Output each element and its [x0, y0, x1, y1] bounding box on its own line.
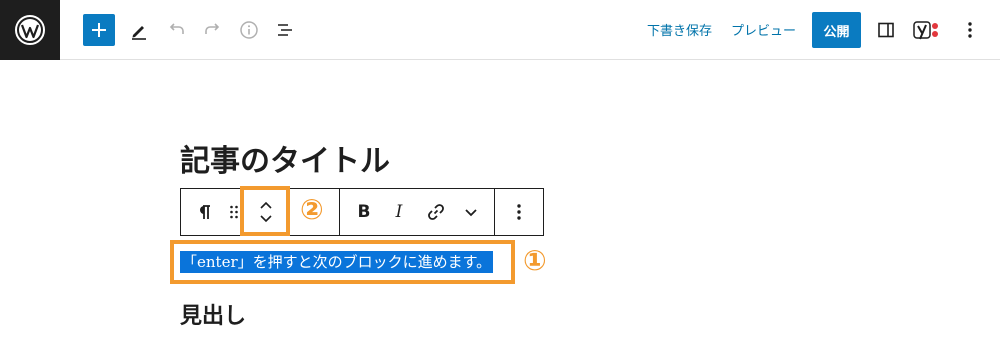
- annotation-box-paragraph: [170, 240, 515, 284]
- link-icon: [428, 204, 444, 220]
- wordpress-logo-icon: [15, 15, 45, 45]
- post-title[interactable]: 記事のタイトル: [180, 136, 390, 180]
- list-view-button[interactable]: [269, 14, 301, 46]
- bold-button[interactable]: B: [351, 189, 377, 235]
- drag-handle-icon: [230, 205, 238, 219]
- toolbar-divider: [339, 189, 340, 235]
- tools-button[interactable]: [123, 14, 155, 46]
- redo-icon: [205, 23, 220, 34]
- preview-button[interactable]: プレビュー: [731, 20, 796, 39]
- sidebar-toggle-icon: [878, 22, 894, 38]
- publish-button[interactable]: 公開: [812, 12, 861, 48]
- more-rich-text-button[interactable]: [459, 189, 483, 235]
- heading-block[interactable]: 見出し: [180, 298, 246, 330]
- add-block-button[interactable]: [83, 14, 115, 46]
- chevron-down-icon: [465, 209, 477, 217]
- pilcrow-icon: [200, 205, 210, 219]
- drag-handle[interactable]: [227, 189, 241, 235]
- annotation-number-1: ①: [523, 244, 547, 277]
- yoast-seo-button[interactable]: [910, 14, 942, 46]
- block-toolbar: B I: [180, 188, 544, 236]
- block-options-button[interactable]: [495, 189, 543, 235]
- plus-icon: [92, 23, 106, 37]
- more-vertical-icon: [968, 22, 972, 38]
- annotation-box-mover: [240, 186, 290, 236]
- list-view-icon: [278, 24, 292, 36]
- redo-button[interactable]: [196, 14, 228, 46]
- block-type-button[interactable]: [181, 189, 227, 235]
- link-button[interactable]: [423, 189, 449, 235]
- undo-icon: [169, 23, 184, 34]
- yoast-icon: [913, 21, 938, 40]
- wordpress-logo-button[interactable]: [0, 0, 60, 60]
- save-draft-button[interactable]: 下書き保存: [647, 20, 712, 39]
- details-button[interactable]: [233, 14, 265, 46]
- settings-sidebar-button[interactable]: [870, 14, 902, 46]
- pencil-icon: [132, 26, 146, 40]
- annotation-number-2: ②: [300, 193, 324, 226]
- more-vertical-icon: [517, 204, 521, 220]
- options-menu-button[interactable]: [954, 14, 986, 46]
- info-icon: [240, 21, 258, 39]
- undo-button[interactable]: [161, 14, 193, 46]
- editor-header: 下書き保存 プレビュー 公開: [0, 0, 1000, 60]
- italic-button[interactable]: I: [386, 189, 412, 235]
